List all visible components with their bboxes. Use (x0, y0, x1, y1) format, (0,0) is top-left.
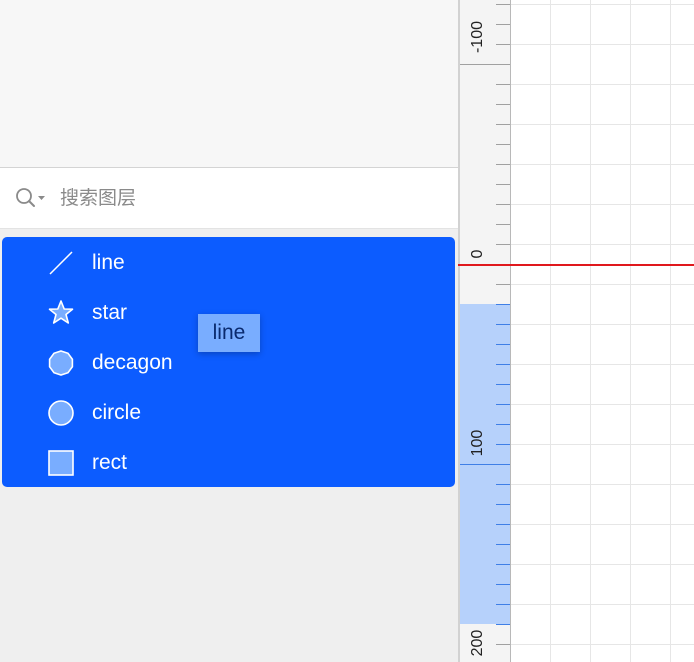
drag-preview-label: line (212, 321, 246, 344)
line-icon (46, 248, 76, 278)
ruler-label: 0 (469, 249, 486, 259)
layer-item-line[interactable]: line (2, 237, 455, 287)
circle-icon (46, 398, 76, 428)
layer-label: decagon (92, 351, 173, 374)
layer-search-bar (0, 168, 458, 229)
rect-icon (46, 448, 76, 478)
canvas-grid (511, 0, 694, 662)
vertical-ruler[interactable]: -100 0 100 200 (460, 0, 511, 662)
panel-top-area (0, 0, 458, 168)
ruler-label: 200 (469, 629, 486, 657)
layer-label: rect (92, 451, 128, 474)
ruler-label: 100 (469, 429, 486, 457)
layer-label: line (92, 251, 125, 274)
layer-list: line star decagon circle rect (2, 237, 455, 487)
design-canvas[interactable] (511, 0, 694, 662)
ruler-label: -100 (469, 20, 486, 54)
search-icon[interactable] (14, 186, 50, 210)
layer-label: circle (92, 401, 142, 424)
ruler-ticks (460, 4, 510, 645)
layer-label: star (92, 301, 128, 324)
origin-guide-line (458, 264, 694, 266)
search-input[interactable] (60, 183, 440, 213)
layers-editor: line star decagon (0, 0, 694, 662)
layer-item-circle[interactable]: circle (2, 387, 455, 437)
star-icon (46, 298, 76, 328)
decagon-icon (46, 348, 76, 378)
drag-preview-tooltip: line (198, 314, 260, 352)
layer-item-rect[interactable]: rect (2, 437, 455, 487)
layers-panel: line star decagon (0, 0, 458, 662)
